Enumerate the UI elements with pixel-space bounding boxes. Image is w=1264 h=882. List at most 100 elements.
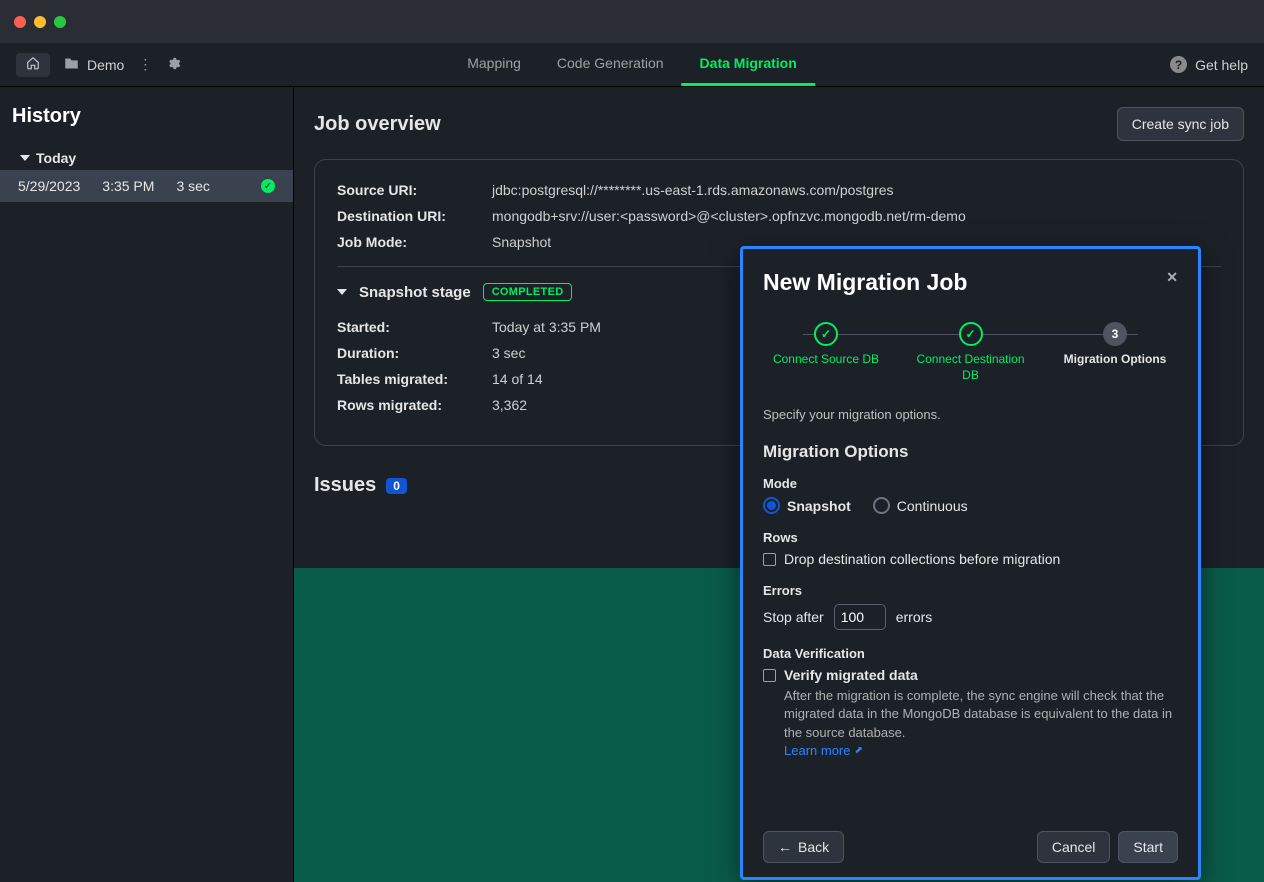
arrow-left-icon: ← [778,839,792,855]
stepper: ✓ Connect Source DB ✓ Connect Destinatio… [763,322,1178,383]
migration-dialog: New Migration Job ✕ ✓ Connect Source DB … [740,246,1201,880]
check-icon: ✓ [814,322,838,346]
destination-uri-row: Destination URI: mongodb+srv://user:<pas… [337,208,1221,224]
home-button[interactable] [16,53,50,77]
mode-label: Mode [763,476,1178,491]
external-link-icon: ⬈ [854,745,862,756]
learn-more-text: Learn more [784,743,850,758]
tab-data-migration[interactable]: Data Migration [682,43,815,86]
stop-after-input[interactable] [834,604,886,630]
home-icon [26,56,40,73]
history-item-duration: 3 sec [176,178,209,194]
help-icon: ? [1170,56,1187,73]
mode-field: Mode Snapshot Continuous [763,476,1178,514]
back-label: Back [798,839,829,855]
step-label: Connect Destination DB [916,352,1026,383]
chevron-down-icon [20,155,30,161]
step-connect-source: ✓ Connect Source DB [771,322,881,368]
mode-radio-group: Snapshot Continuous [763,497,1178,514]
success-icon: ✓ [261,179,275,193]
folder-icon [64,56,79,74]
stop-after-row: Stop after errors [763,604,1178,630]
create-sync-job-button[interactable]: Create sync job [1117,107,1244,141]
duration-value: 3 sec [492,345,525,361]
overview-header: Job overview Create sync job [314,107,1244,141]
history-item-time: 3:35 PM [102,178,154,194]
issues-title: Issues [314,474,376,497]
main-tabs: Mapping Code Generation Data Migration [449,43,815,86]
stop-before-text: Stop after [763,609,824,625]
step-label: Connect Source DB [773,352,879,368]
minimize-window-icon[interactable] [34,16,46,28]
errors-field: Errors Stop after errors [763,583,1178,630]
stop-after-text: errors [896,609,933,625]
rows-label: Rows [763,530,1178,545]
project-label: Demo [64,56,124,74]
check-icon: ✓ [959,322,983,346]
radio-label: Continuous [897,498,968,514]
learn-more-link[interactable]: Learn more ⬈ [784,743,863,758]
radio-icon [763,497,780,514]
start-button[interactable]: Start [1118,831,1178,863]
dialog-intro: Specify your migration options. [763,407,1178,422]
drop-collections-checkbox-row: Drop destination collections before migr… [763,551,1178,567]
maximize-window-icon[interactable] [54,16,66,28]
destination-uri-value: mongodb+srv://user:<password>@<cluster>.… [492,208,966,224]
footer-right: Cancel Start [1037,831,1178,863]
verification-field: Data Verification Verify migrated data A… [763,646,1178,758]
radio-continuous[interactable]: Continuous [873,497,968,514]
step-migration-options: 3 Migration Options [1060,322,1170,368]
verify-text-wrap: Verify migrated data After the migration… [784,667,1178,758]
radio-snapshot[interactable]: Snapshot [763,497,851,514]
radio-label: Snapshot [787,498,851,514]
job-mode-label: Job Mode: [337,234,492,250]
history-day-section: Today 5/29/2023 3:35 PM 3 sec ✓ [0,146,293,202]
verify-checkbox[interactable] [763,669,776,682]
tab-code-generation[interactable]: Code Generation [539,43,682,86]
started-label: Started: [337,319,492,335]
back-button[interactable]: ← Back [763,831,844,863]
verify-subtext: After the migration is complete, the syn… [784,687,1178,742]
source-uri-value: jdbc:postgresql://********.us-east-1.rds… [492,182,894,198]
rows-label: Rows migrated: [337,397,492,413]
overview-title: Job overview [314,113,441,136]
history-item-date: 5/29/2023 [18,178,80,194]
chevron-down-icon [337,289,347,295]
dialog-title: New Migration Job [763,269,967,296]
tab-mapping[interactable]: Mapping [449,43,539,86]
history-day-label: Today [36,150,76,166]
history-day-header[interactable]: Today [0,146,293,170]
cancel-button[interactable]: Cancel [1037,831,1111,863]
close-icon[interactable]: ✕ [1166,269,1178,286]
rows-value: 3,362 [492,397,527,413]
close-window-icon[interactable] [14,16,26,28]
window-chrome [0,0,1264,43]
issues-count: 0 [386,478,407,494]
gear-icon[interactable] [166,56,181,74]
history-item[interactable]: 5/29/2023 3:35 PM 3 sec ✓ [0,170,293,202]
errors-label: Errors [763,583,1178,598]
verify-title-text: Verify migrated data [784,667,1178,683]
started-value: Today at 3:35 PM [492,319,601,335]
drop-collections-label: Drop destination collections before migr… [784,551,1060,567]
history-sidebar: History Today 5/29/2023 3:35 PM 3 sec ✓ [0,87,294,882]
toolbar: Demo ⋮ Mapping Code Generation Data Migr… [0,43,1264,87]
dialog-footer: ← Back Cancel Start [763,831,1178,863]
drop-collections-checkbox[interactable] [763,553,776,566]
destination-uri-label: Destination URI: [337,208,492,224]
job-mode-value: Snapshot [492,234,551,250]
source-uri-row: Source URI: jdbc:postgresql://********.u… [337,182,1221,198]
status-badge: COMPLETED [483,283,573,301]
options-heading: Migration Options [763,442,1178,462]
get-help-button[interactable]: ? Get help [1170,56,1248,73]
toolbar-left: Demo ⋮ [16,53,181,77]
duration-label: Duration: [337,345,492,361]
rows-field: Rows Drop destination collections before… [763,530,1178,567]
stage-name: Snapshot stage [359,284,471,301]
project-name: Demo [87,57,124,73]
radio-icon [873,497,890,514]
dialog-body: Specify your migration options. Migratio… [763,407,1178,817]
tables-value: 14 of 14 [492,371,543,387]
history-title: History [0,87,293,146]
more-icon[interactable]: ⋮ [138,56,152,73]
